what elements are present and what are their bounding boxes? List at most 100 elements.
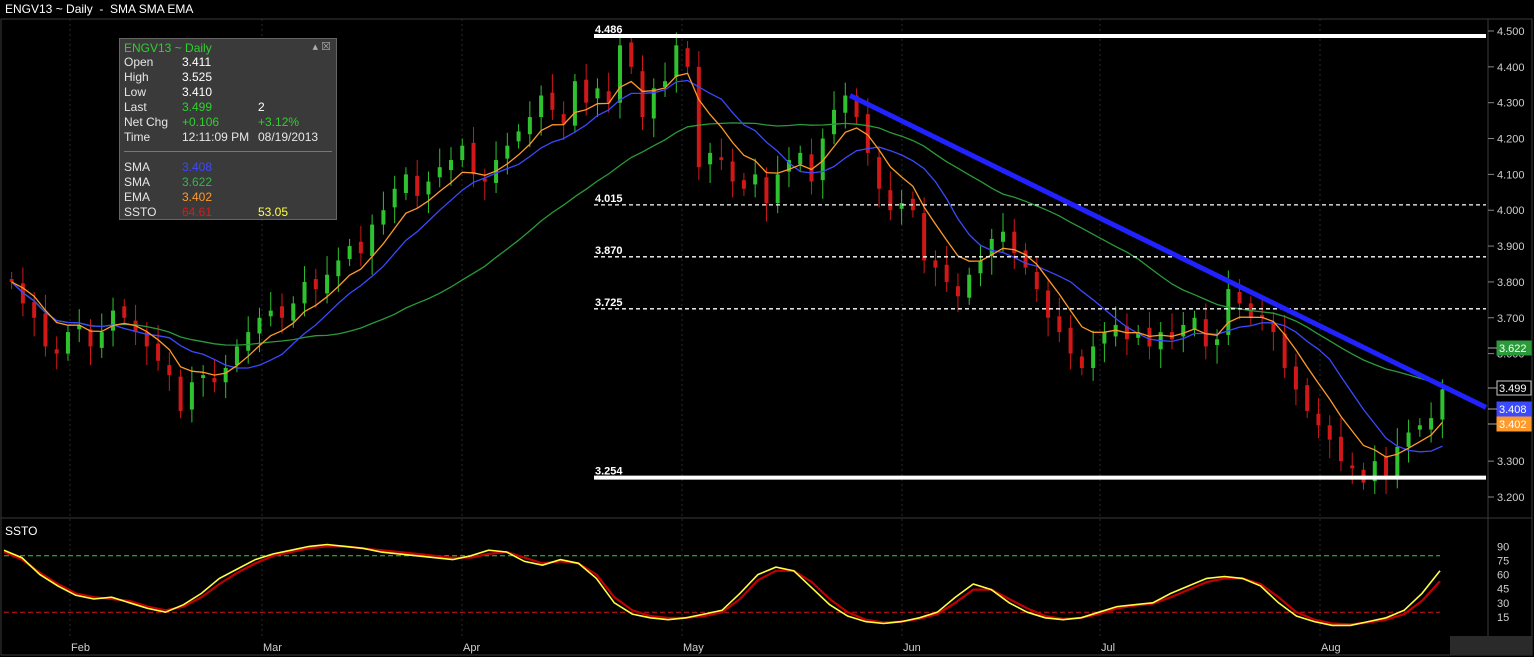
panel-row-value: 3.408 — [182, 160, 213, 174]
price-tick-label: 4.100 — [1497, 169, 1525, 181]
candle-down — [1327, 425, 1332, 440]
candle-up — [381, 210, 386, 225]
candle-up — [448, 160, 453, 171]
panel-row-label: EMA — [124, 190, 151, 204]
panel-row-value: +0.106 — [182, 115, 220, 129]
candle-up — [403, 174, 408, 194]
price-tick-label: 4.300 — [1497, 98, 1525, 110]
candle-up — [370, 224, 375, 257]
candle-up — [1001, 231, 1006, 242]
candle-down — [584, 79, 589, 103]
candle-up — [1181, 324, 1186, 337]
trend-line[interactable] — [848, 93, 1488, 410]
last-value-label: 3.402 — [1499, 419, 1527, 431]
last-value-label: 3.499 — [1499, 383, 1527, 395]
candle-up — [1091, 346, 1096, 368]
price-tick-label: 3.800 — [1497, 277, 1525, 289]
candle-down — [888, 190, 893, 211]
price-tick-label: 3.700 — [1497, 313, 1525, 325]
price-tick-label: 3.200 — [1497, 492, 1525, 504]
candle-down — [933, 260, 938, 268]
price-tick-label: 4.400 — [1497, 62, 1525, 74]
panel-row-label: Open — [124, 55, 154, 69]
candle-up — [201, 375, 206, 378]
month-label: Apr — [463, 642, 480, 654]
price-tick-label: 4.000 — [1497, 205, 1525, 217]
panel-row-value: 12:11:09 PM — [182, 130, 250, 144]
candle-down — [944, 264, 949, 282]
candle-down — [685, 48, 690, 67]
info-panel[interactable]: ENGV13 ~ Daily ▴ ☒ Open 3.411 High 3.525 Low… — [119, 38, 337, 220]
candle-up — [234, 346, 239, 366]
ssto-tick-label: 45 — [1497, 584, 1509, 596]
candle-down — [358, 241, 363, 254]
candle-down — [629, 42, 634, 67]
panel-row-label: Last — [124, 100, 147, 114]
candle-up — [1417, 425, 1422, 430]
panel-row-value: 3.499 — [182, 100, 213, 114]
candle-down — [955, 286, 960, 297]
candle-up — [426, 181, 431, 195]
ssto-tick-label: 90 — [1497, 541, 1509, 553]
candle-up — [899, 203, 904, 209]
panel-row-label: Net Chg — [124, 115, 169, 129]
panel-row-extra: 2 — [258, 100, 265, 114]
candle-up — [111, 310, 116, 331]
panel-row-value: 3.411 — [182, 55, 212, 69]
price-tick-label: 3.900 — [1497, 241, 1525, 253]
panel-controls-icon[interactable]: ▴ ☒ — [313, 40, 331, 55]
candle-down — [43, 313, 48, 347]
fib-level-label: 3.870 — [595, 245, 623, 257]
candle-up — [1192, 317, 1197, 330]
candle-up — [674, 45, 679, 77]
panel-divider — [124, 151, 332, 152]
panel-row-value: 3.525 — [182, 70, 213, 84]
candle-down — [1316, 413, 1321, 426]
chart-title: ENGV13 ~ Daily - SMA SMA EMA — [5, 2, 194, 16]
panel-row-label: SMA — [124, 175, 151, 189]
candle-up — [753, 174, 758, 185]
candle-down — [550, 92, 555, 110]
month-label: Mar — [263, 642, 282, 654]
candle-down — [1057, 316, 1062, 333]
candle-down — [178, 376, 183, 411]
candle-up — [595, 88, 600, 99]
candle-down — [122, 306, 127, 318]
candle-up — [1406, 432, 1411, 447]
candle-down — [1384, 456, 1389, 476]
candle-up — [257, 317, 262, 334]
candle-up — [347, 246, 352, 259]
price-tick-label: 4.500 — [1497, 26, 1525, 38]
fib-level-label: 4.015 — [595, 193, 623, 205]
candle-down — [730, 161, 735, 182]
candle-down — [313, 279, 318, 290]
candle-up — [246, 332, 251, 351]
panel-row-label: SMA — [124, 160, 151, 174]
candle-up — [99, 332, 104, 348]
candle-up — [527, 117, 532, 135]
price-tick-label: 4.200 — [1497, 134, 1525, 146]
candle-up — [798, 152, 803, 165]
candle-down — [212, 377, 217, 383]
panel-row-value: 64.61 — [182, 205, 213, 219]
panel-row-extra: 53.05 — [258, 205, 289, 219]
candle-up — [291, 303, 296, 321]
candle-up — [505, 145, 510, 159]
candle-up — [1102, 332, 1107, 344]
candle-down — [1079, 356, 1084, 368]
candle-down — [719, 157, 724, 161]
candle-up — [460, 145, 465, 161]
candle-down — [1068, 327, 1073, 354]
last-value-label: 3.408 — [1499, 404, 1527, 416]
ssto-tick-label: 60 — [1497, 570, 1509, 582]
month-label: Jul — [1101, 642, 1115, 654]
panel-row-label: SSTO — [124, 205, 157, 219]
info-panel-title: ENGV13 ~ Daily — [124, 41, 212, 55]
candle-up — [843, 95, 848, 113]
month-label: May — [683, 642, 704, 654]
candle-up — [539, 95, 544, 118]
scrollbar-thumb[interactable] — [1450, 636, 1532, 655]
candle-down — [9, 279, 14, 282]
ssto-tick-label: 15 — [1497, 612, 1509, 624]
month-label: Jun — [903, 642, 921, 654]
